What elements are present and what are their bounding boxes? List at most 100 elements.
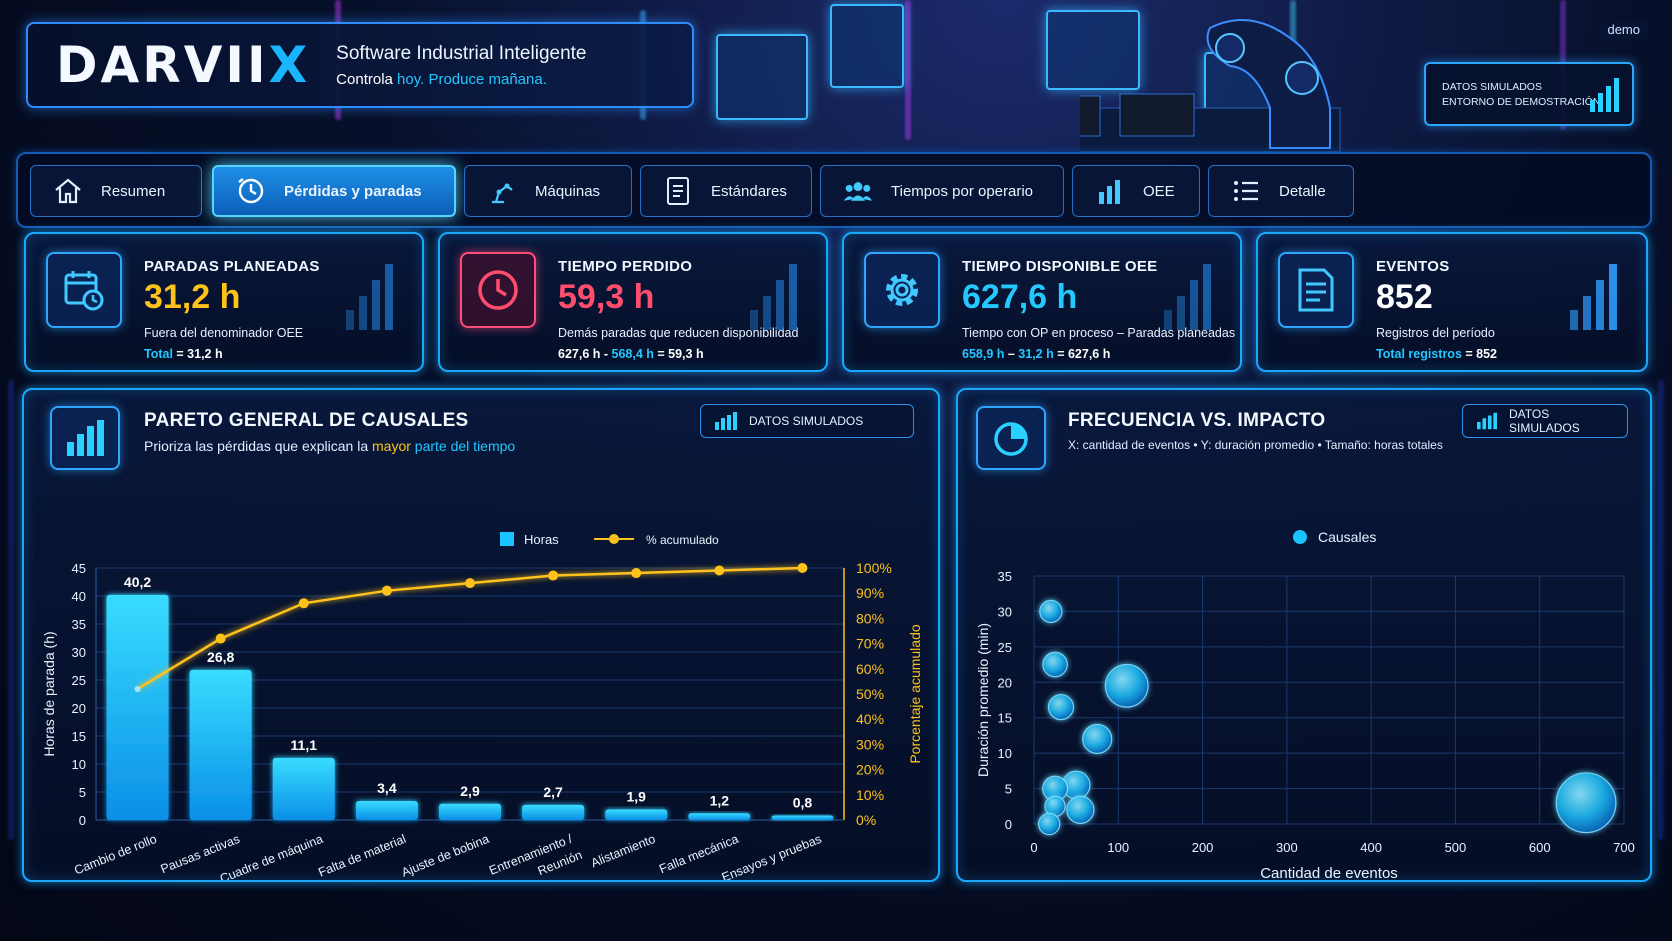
users-icon [843,176,873,206]
bar-value-label: 40,2 [124,574,151,590]
bubble-point [1047,693,1075,721]
kpi-card-paradas-planeadas: PARADAS PLANEADAS 31,2 h Fuera del denom… [24,232,424,372]
y-tick-label: 5 [1005,782,1012,797]
signal-bars-icon [1570,264,1617,330]
cumulative-point [381,585,392,596]
pareto-bar [605,809,668,820]
y2-tick-label: 100% [856,560,892,576]
signal-bars-icon [346,264,393,330]
cumulative-point [298,598,309,609]
y-tick-label: 15 [998,711,1012,726]
brand-banner: DARVIIX Software Industrial Inteligente … [26,22,694,108]
kpi-value: 852 [1376,278,1433,316]
kpi-formula: Total registros = 852 [1376,347,1498,361]
bar-value-label: 2,7 [543,784,563,800]
cumulative-point [465,578,475,589]
y2-tick-label: 70% [856,636,884,652]
simulated-data-pill: DATOS SIMULADOS [1462,404,1628,438]
pareto-bar [272,757,335,820]
kpi-title: EVENTOS [1376,258,1450,275]
bar-value-label: 11,1 [291,737,318,753]
y-tick-label: 15 [72,729,86,744]
tab-detalle[interactable]: Detalle [1208,165,1354,217]
bar-chart-icon [50,406,120,470]
tab-perdidas-y-paradas[interactable]: Pérdidas y paradas [212,165,456,217]
clock-alert-icon [460,252,536,328]
y-tick-label: 20 [998,675,1012,690]
tab-resumen[interactable]: Resumen [30,165,202,217]
bar-value-label: 0,8 [793,795,813,811]
kpi-value: 59,3 h [558,278,655,316]
legend-marker-causales [1293,530,1307,544]
x-tick-label: 700 [1613,840,1635,855]
cumulative-point [631,568,642,579]
bubble-point [1039,599,1063,624]
x-tick-label: 400 [1360,840,1382,855]
bubble-subtitle: X: cantidad de eventos • Y: duración pro… [1068,438,1443,452]
legend-label: Causales [1318,529,1376,545]
y-tick-label: 10 [998,746,1012,761]
kpi-title: PARADAS PLANEADAS [144,258,320,275]
y2-tick-label: 10% [856,787,884,803]
simulated-data-badge: DATOS SIMULADOS ENTORNO DE DEMOSTRACIÓN [1424,62,1634,126]
kpi-subtitle: Registros del período [1376,326,1495,340]
y2-tick-label: 40% [856,711,884,727]
legend-label: % acumulado [646,533,719,547]
kpi-title: TIEMPO PERDIDO [558,258,693,275]
y2-tick-label: 60% [856,661,884,677]
x-tick-label: Falta de material [316,832,408,880]
kpi-formula: Total = 31,2 h [144,347,223,361]
y2-tick-label: 30% [856,736,884,752]
bubble-point [1104,663,1149,708]
x-tick-label: 100 [1107,840,1129,855]
tab-tiempos-por-operario[interactable]: Tiempos por operario [820,165,1064,217]
gear-icon [864,252,940,328]
y-tick-label: 0 [1005,817,1012,832]
y2-tick-label: 50% [856,686,884,702]
bar-value-label: 1,9 [626,788,646,804]
bubble-point [1066,795,1095,824]
bubble-point [1555,772,1617,834]
tab-oee[interactable]: OEE [1072,165,1200,217]
pareto-bar [106,594,169,820]
pareto-bar [439,803,501,820]
y-axis-label: Horas de parada (h) [41,631,57,756]
x-tick-label: Alistamiento [589,832,657,871]
kpi-subtitle: Fuera del denominador OEE [144,326,304,340]
cumulative-point [215,633,226,644]
y-tick-label: 35 [72,617,86,632]
simulated-data-pill: DATOS SIMULADOS [700,404,914,438]
clock-icon [236,176,266,206]
signal-bars-icon [715,412,737,430]
kpi-card-eventos: EVENTOS 852 Registros del período Total … [1256,232,1648,372]
bar-value-label: 1,2 [710,792,730,808]
document-list-icon [1278,252,1354,328]
bubble-point [1082,723,1113,755]
frequency-impact-panel: FRECUENCIA VS. IMPACTO X: cantidad de ev… [956,388,1652,882]
cumulative-point [548,570,559,581]
robot-arm-illustration [1080,19,1341,153]
darviix-logo: DARVIIX [56,36,311,94]
bubble-chart: 0 5 10 15 20 25 30 35 0 100 200 300 400 500 600 700 Cant… [975,529,1635,880]
document-icon [663,176,693,206]
app-tagline: Controla hoy. Produce mañana. [336,70,547,88]
calendar-clock-icon [46,252,122,328]
y-tick-label: 35 [998,569,1012,584]
y-axis-label: Duración promedio (min) [975,623,991,777]
tab-estandares[interactable]: Estándares [640,165,812,217]
kpi-formula: 658,9 h – 31,2 h = 627,6 h [962,347,1111,361]
tab-maquinas[interactable]: Máquinas [464,165,632,217]
pareto-title: PARETO GENERAL DE CAUSALES [144,410,469,431]
pareto-bar [522,804,585,820]
bubble-point [1042,651,1068,678]
pareto-bar [355,800,418,820]
legend-swatch-horas [500,532,514,546]
cumulative-point [714,565,725,576]
bar-chart-icon [1095,176,1125,206]
y2-tick-label: 80% [856,610,884,626]
y2-tick-label: 90% [856,585,884,601]
kpi-value: 31,2 h [144,278,241,316]
signal-bars-icon [1477,412,1498,430]
signal-bars-icon [750,264,797,330]
bubble-title: FRECUENCIA VS. IMPACTO [1068,410,1326,431]
